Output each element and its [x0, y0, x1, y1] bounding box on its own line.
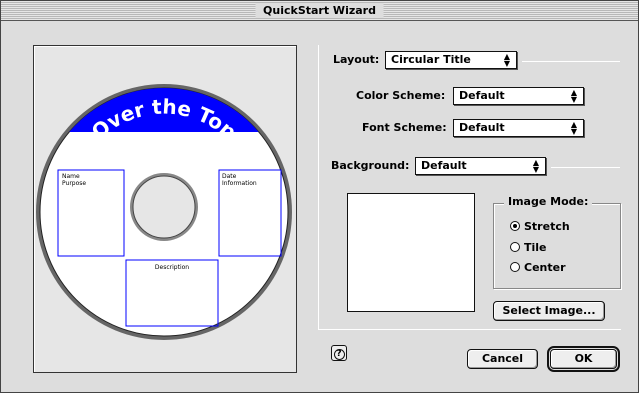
font-scheme-popup[interactable]: Default ▲ ▼	[453, 119, 584, 137]
box-bottom-label: Description	[155, 264, 189, 271]
radio-tile-label: Tile	[524, 241, 547, 254]
image-mode-label: Image Mode:	[504, 195, 593, 209]
color-scheme-label: Color Scheme:	[356, 89, 446, 102]
box-left-line-2: Purpose	[62, 180, 86, 187]
bottom-separator-line	[319, 329, 621, 330]
cancel-button[interactable]: Cancel	[467, 349, 538, 369]
font-scheme-popup-value: Default	[459, 121, 505, 134]
popup-arrows-icon: ▲ ▼	[532, 158, 540, 174]
title-bar[interactable]: QuickStart Wizard	[1, 1, 638, 21]
title-band	[40, 88, 288, 132]
background-label: Background:	[331, 159, 410, 172]
center-hole	[132, 175, 196, 239]
select-image-button[interactable]: Select Image...	[493, 301, 605, 321]
popup-arrows-icon: ▲ ▼	[570, 120, 578, 136]
popup-arrows-icon: ▲ ▼	[503, 52, 511, 68]
quickstart-wizard-window: QuickStart Wizard Over the Top Name Purp…	[0, 0, 639, 393]
radio-stretch-label: Stretch	[524, 220, 570, 233]
cd-label-preview: Over the Top Name Purpose Date Informati…	[36, 84, 292, 340]
popup-arrows-icon: ▲ ▼	[570, 88, 578, 104]
background-popup-value: Default	[421, 159, 467, 172]
radio-stretch[interactable]: Stretch	[510, 219, 570, 235]
radio-tile[interactable]: Tile	[510, 240, 547, 256]
color-scheme-popup[interactable]: Default ▲ ▼	[453, 87, 584, 105]
window-title: QuickStart Wizard	[255, 3, 384, 18]
separator-line	[551, 167, 620, 168]
layout-label: Layout:	[333, 53, 380, 66]
color-scheme-popup-value: Default	[459, 89, 505, 102]
layout-popup[interactable]: Circular Title ▲ ▼	[385, 51, 517, 69]
label-preview-panel: Over the Top Name Purpose Date Informati…	[33, 45, 297, 373]
vertical-separator-line	[318, 45, 319, 330]
radio-center-label: Center	[524, 261, 566, 274]
help-button[interactable]: ?	[331, 345, 347, 361]
box-left-line-1: Name	[62, 173, 80, 180]
background-popup[interactable]: Default ▲ ▼	[415, 157, 546, 175]
box-right-line-1: Date	[222, 173, 237, 180]
background-image-preview	[347, 193, 475, 312]
separator-line	[522, 61, 620, 62]
box-right-line-2: Information	[222, 180, 257, 187]
layout-popup-value: Circular Title	[391, 53, 471, 66]
radio-center[interactable]: Center	[510, 260, 566, 276]
font-scheme-label: Font Scheme:	[362, 121, 447, 134]
radio-button[interactable]	[510, 242, 520, 252]
radio-button-selected[interactable]	[510, 221, 520, 231]
radio-button[interactable]	[510, 262, 520, 272]
ok-button[interactable]: OK	[547, 346, 620, 372]
help-icon: ?	[333, 349, 345, 360]
